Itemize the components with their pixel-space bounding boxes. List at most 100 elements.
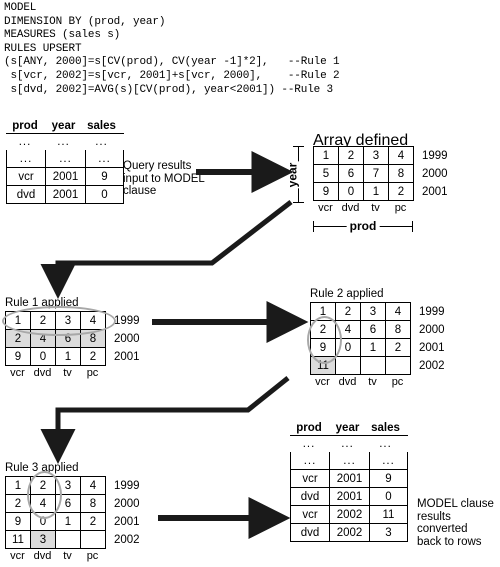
grid-cell: 9 [311,339,336,357]
grid-row: 1 2 3 4 1999 [314,147,448,165]
grid-cell: 1 [6,312,31,330]
grid-col-label: vcr [10,550,25,562]
output-header-sales: sales [371,422,400,434]
grid-row: 11 3 2002 [6,531,140,549]
grid-cell [386,357,411,375]
grid-cell: 2 [81,513,106,531]
grid-col-label: pc [391,376,404,388]
table-row: ... ... ... [291,452,407,469]
grid-cell: 2 [31,312,56,330]
grid-col-label: pc [86,367,99,379]
grid-col-label: dvd [33,367,52,379]
output-table-body: ... ... ... vcr 2001 9 dvd 2001 0 vcr 20… [290,452,408,542]
grid-cell: 2 [386,339,411,357]
grid-cell: 9 [6,348,31,366]
table-row: dvd 2001 0 [7,185,123,203]
grid-cell: 9 [6,513,31,531]
grid-cell: 0 [31,348,56,366]
grid-row: 1 2 3 4 1999 [6,312,140,330]
output-results-table: prod year sales ... ... ... ... ... ... … [290,422,408,542]
table-row: vcr 2001 9 [7,167,123,185]
grid-cell: 2 [389,183,414,201]
grid-row-label: 2000 [419,324,445,336]
grid-cell [81,531,106,549]
grid-cell: 3 [31,531,56,549]
grid-col-label: pc [86,550,99,562]
grid-cell: 8 [389,165,414,183]
output-header-prod: prod [296,422,322,434]
grid-cell: 4 [31,495,56,513]
grid-cell: 5 [314,165,339,183]
output-table-ellipsis-row: ... ... ... [302,438,392,450]
rule1-col-labels: vcr dvd tv pc [5,367,106,379]
input-header-sales: sales [87,120,116,132]
grid-col-label: tv [63,550,72,562]
grid-row-label: 1999 [419,306,445,318]
grid-cell: 1 [364,183,389,201]
grid-cell: 6 [339,165,364,183]
prod-axis-cap-right [411,221,413,232]
grid-cell: 1 [314,147,339,165]
grid-cell: 2 [336,303,361,321]
grid-row-label: 2002 [419,360,445,372]
table-row: ... ... ... [7,150,123,167]
grid-row-label: 1999 [114,315,140,327]
rule2-col-labels: vcr dvd tv pc [310,376,411,388]
grid-cell: 2 [6,495,31,513]
grid-col-label: tv [371,202,380,214]
grid-cell: 1 [56,348,81,366]
grid-row-label: 1999 [114,480,140,492]
grid-row-label: 2001 [114,351,140,363]
grid-row: 1 2 3 4 1999 [6,477,140,495]
grid-col-label: pc [394,202,407,214]
grid-cell: 3 [56,312,81,330]
grid-row-label: 2001 [114,516,140,528]
grid-cell: 1 [311,303,336,321]
table-row: vcr 2002 11 [291,505,407,523]
grid-cell: 2 [81,348,106,366]
input-header-prod: prod [12,120,38,132]
output-table-header-row: prod year sales [290,422,408,436]
grid-row-label: 2002 [114,534,140,546]
grid-cell: 1 [361,339,386,357]
grid-cell: 8 [81,495,106,513]
input-table-body: ... ... ... vcr 2001 9 dvd 2001 0 [6,150,124,204]
input-ellipsis-year: ... [57,136,70,148]
rule2-grid: 1 2 3 4 1999 2 4 6 8 2000 9 0 1 2 2001 1… [310,302,445,388]
rule1-grid: 1 2 3 4 1999 2 4 6 8 2000 9 0 1 2 2001 v… [5,311,140,379]
grid-cell: 11 [311,357,336,375]
grid-row-label: 2001 [419,342,445,354]
grid-cell [56,531,81,549]
rule2-title: Rule 2 applied [310,288,384,300]
grid-cell: 6 [56,330,81,348]
grid-cell [361,357,386,375]
rule3-title: Rule 3 applied [5,462,79,474]
grid-row: 9 0 1 2 2001 [311,339,445,357]
table-row: vcr 2001 9 [291,469,407,487]
input-table-header-row: prod year sales [6,120,124,134]
grid-row-label: 2000 [114,498,140,510]
model-clause-code: MODEL DIMENSION BY (prod, year) MEASURES… [4,2,340,96]
grid-col-label: dvd [338,376,357,388]
grid-col-label: tv [63,367,72,379]
grid-cell: 7 [364,165,389,183]
year-axis-label: year [283,161,302,188]
grid-cell: 4 [31,330,56,348]
input-ellipsis-prod: ... [18,136,32,148]
grid-row: 2 4 6 8 2000 [6,330,140,348]
grid-cell: 4 [81,477,106,495]
grid-cell: 3 [56,477,81,495]
grid-row: 11 2002 [311,357,445,375]
grid-row: 9 0 1 2 2001 [314,183,448,201]
grid-row: 9 0 1 2 2001 [6,513,140,531]
input-header-year: year [51,120,76,132]
grid-cell: 0 [339,183,364,201]
grid-cell [336,357,361,375]
input-table-ellipsis-row: ... ... ... [6,134,124,150]
grid-col-label: dvd [341,202,360,214]
grid-col-label: vcr [315,376,330,388]
input-ellipsis-sales: ... [95,136,108,148]
arrow-rule2-to-rule3 [40,376,290,465]
grid-cell: 4 [389,147,414,165]
input-annotation: Query results input to MODEL clause [123,160,205,198]
